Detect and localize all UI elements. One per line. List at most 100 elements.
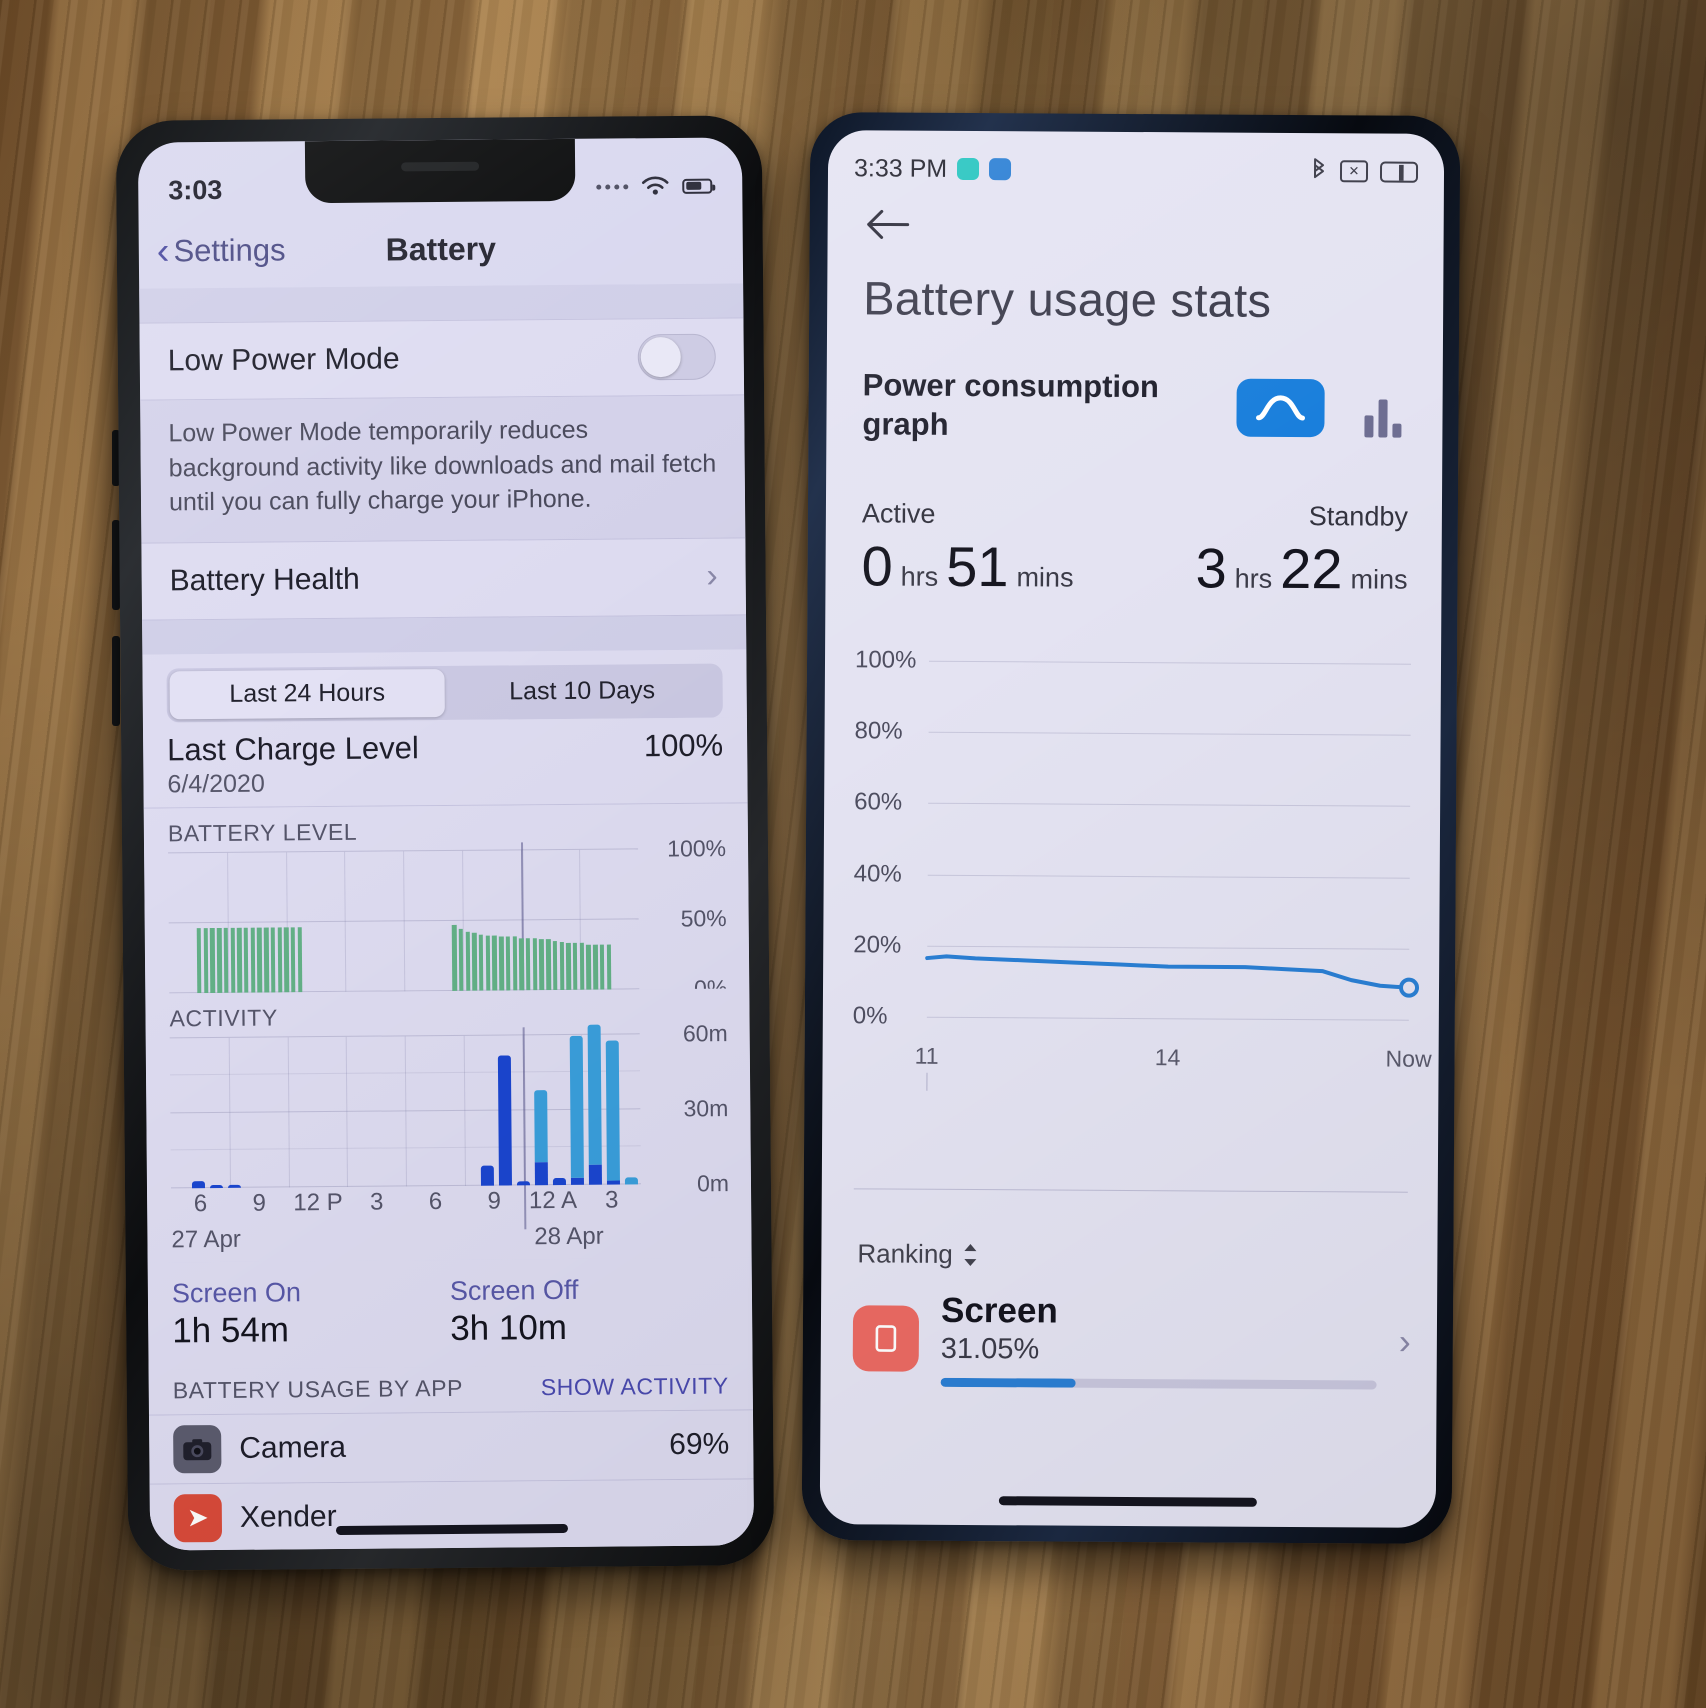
graph-type-toggle-group[interactable]: [1236, 378, 1412, 438]
active-hours: 0: [861, 534, 893, 598]
x-tick-label: Now: [1385, 1045, 1432, 1072]
usage-summary: Active 0 hrs 51 mins Standby 3 hrs 22 mi…: [861, 498, 1408, 601]
ranking-sort-button[interactable]: Ranking: [857, 1238, 981, 1270]
x-axis-tick: [926, 1072, 928, 1091]
x-tick-label: 9: [252, 1189, 267, 1217]
battery-level-bar: [539, 939, 545, 990]
bluetooth-icon: [1313, 158, 1325, 179]
page-title: Battery usage stats: [863, 271, 1272, 327]
app-badge-teal-icon: [957, 157, 980, 181]
chevron-right-icon[interactable]: ›: [1399, 1321, 1411, 1363]
battery-level-bar: [606, 944, 612, 990]
app-row-xender[interactable]: ➤ Xender: [149, 1478, 755, 1551]
time-range-segmented-control[interactable]: Last 24 Hours Last 10 Days: [166, 663, 723, 722]
line-graph-icon[interactable]: [1236, 378, 1325, 437]
battery-level-bar: [485, 935, 491, 991]
battery-level-bar: [210, 928, 216, 993]
battery-health-row[interactable]: Battery Health ›: [141, 536, 747, 621]
activity-plot: 60m 30m 0m: [169, 1020, 729, 1229]
battery-level-y-axis: 100%50%0%: [648, 835, 727, 1001]
back-button[interactable]: [864, 206, 912, 247]
low-power-mode-row[interactable]: Low Power Mode: [139, 317, 745, 401]
android-home-indicator[interactable]: [998, 1496, 1257, 1507]
segment-last-10-days[interactable]: Last 10 Days: [444, 666, 719, 716]
app-row-camera[interactable]: Camera 69%: [148, 1409, 754, 1485]
x-tick-label: 11: [914, 1042, 939, 1069]
power-graph-row: Power consumption graph: [862, 366, 1412, 447]
activity-bar-screen-on: [589, 1164, 603, 1185]
iphone-volume-down-button[interactable]: [112, 636, 120, 726]
activity-x-axis: 6 9 12 P 3 6 9 12 A 3: [171, 1183, 727, 1226]
activity-bars: [170, 1024, 641, 1188]
arrow-left-icon: [867, 209, 910, 239]
battery-level-bar: [223, 928, 229, 993]
y-tick-label: 100%: [667, 834, 727, 862]
battery-level-bar: [458, 928, 464, 991]
battery-level-bar: [270, 927, 276, 993]
segment-last-24-hours[interactable]: Last 24 Hours: [169, 668, 445, 719]
signal-dots-icon: [596, 183, 629, 190]
battery-level-bar: [203, 928, 209, 993]
chevron-right-icon: ›: [706, 556, 718, 595]
battery-icon: ▐: [1379, 161, 1419, 183]
show-activity-button[interactable]: SHOW ACTIVITY: [541, 1372, 729, 1401]
battery-level-bar: [236, 927, 243, 993]
iphone-screen: 3:03 ‹ Settings Battery Low Power Mode L…: [137, 137, 755, 1551]
last-charge-date: 6/4/2020: [167, 769, 265, 798]
standby-stat: Standby 3 hrs 22 mins: [1195, 500, 1408, 601]
camera-icon: [173, 1424, 222, 1473]
low-power-mode-toggle[interactable]: [637, 333, 716, 381]
battery-icon: [682, 178, 713, 194]
x-tick-label: 14: [1154, 1044, 1181, 1071]
ranking-label: Ranking: [857, 1238, 953, 1269]
time-range-segmented-wrap: Last 24 Hours Last 10 Days: [142, 648, 747, 723]
bar-graph-icon[interactable]: [1352, 379, 1412, 438]
mute-icon: ✕: [1339, 160, 1369, 183]
android-device: 3:33 PM ✕ ▐ Battery usage stats Power co…: [801, 112, 1461, 1544]
app-row-screen[interactable]: Screen 31.05% ›: [852, 1290, 1412, 1390]
last-charge-level-row: Last Charge Level 6/4/2020 100%: [142, 716, 748, 809]
standby-mins-unit: mins: [1350, 564, 1408, 595]
y-tick-label: 30m: [683, 1094, 729, 1121]
battery-level-bar: [471, 932, 478, 991]
last-charge-percent: 100%: [643, 727, 724, 763]
group-spacer-mid: [142, 614, 747, 655]
battery-level-bar: [297, 927, 303, 992]
power-consumption-chart: 100% 80% 60% 40% 20% 0% 11 14 Now: [822, 642, 1441, 1116]
activity-bar-screen-off: [534, 1089, 548, 1163]
app-percent: 69%: [669, 1427, 730, 1461]
standby-hours-unit: hrs: [1234, 563, 1273, 594]
power-graph-label: Power consumption graph: [862, 367, 1160, 442]
app-name: Xender: [239, 1499, 337, 1534]
iphone-nav-bar: ‹ Settings Battery: [139, 209, 744, 288]
battery-level-bar: [216, 928, 222, 993]
battery-level-bar: [545, 939, 551, 990]
sort-updown-icon: [964, 1243, 977, 1266]
battery-level-bar: [586, 944, 592, 990]
screen-off-label: Screen Off: [449, 1274, 579, 1306]
battery-level-bar: [498, 936, 504, 991]
y-tick-label: 60m: [682, 1019, 728, 1046]
battery-usage-by-app-header: BATTERY USAGE BY APP SHOW ACTIVITY: [148, 1363, 753, 1416]
battery-level-bar: [277, 927, 283, 992]
battery-level-bar: [525, 937, 531, 990]
iphone-settings-list[interactable]: Low Power Mode Low Power Mode temporaril…: [139, 283, 755, 1551]
activity-bar-screen-off: [569, 1035, 585, 1179]
low-power-mode-label: Low Power Mode: [167, 342, 400, 378]
battery-level-bar: [290, 927, 296, 992]
battery-level-bar: [566, 943, 572, 990]
screen-off-stat: Screen Off 3h 10m: [450, 1273, 729, 1348]
standby-hours: 3: [1195, 536, 1227, 600]
standby-mins: 22: [1280, 536, 1343, 601]
wifi-icon: [641, 176, 669, 195]
battery-level-bar: [451, 924, 457, 991]
xender-icon: ➤: [173, 1493, 223, 1542]
battery-level-bar: [572, 943, 578, 990]
x-tick-label: 9: [487, 1187, 502, 1215]
activity-bar-screen-off: [587, 1024, 603, 1165]
x-tick-label: 12 A: [528, 1186, 578, 1214]
battery-level-bar: [532, 937, 538, 990]
screen-on-stat: Screen On 1h 54m: [172, 1275, 451, 1350]
activity-chart-title: ACTIVITY: [169, 1003, 278, 1031]
x-tick-label: 3: [369, 1188, 384, 1216]
